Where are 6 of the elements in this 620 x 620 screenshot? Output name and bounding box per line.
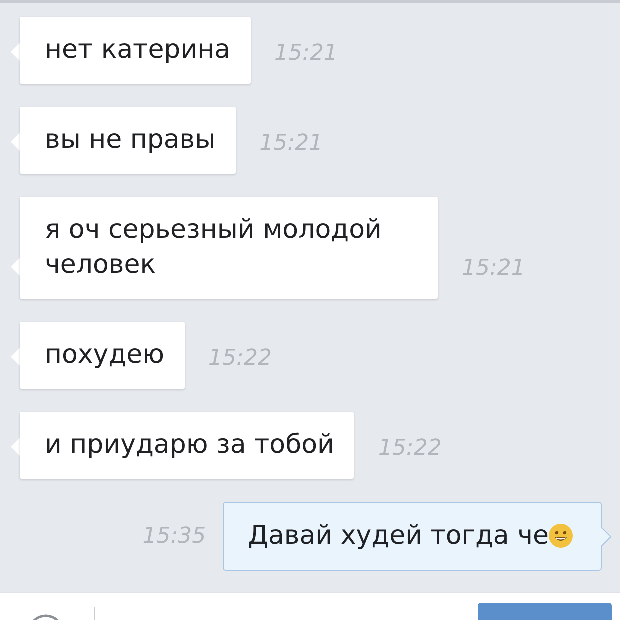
message-text: вы не правы: [45, 125, 216, 155]
message-text: и приударю за тобой: [45, 430, 334, 460]
message-text: я оч серьезный молодой человек: [45, 215, 382, 280]
message-text: похудею: [45, 340, 165, 370]
message-text: Давай худей тогда че: [248, 521, 549, 551]
message-text: нет катерина: [45, 35, 231, 65]
